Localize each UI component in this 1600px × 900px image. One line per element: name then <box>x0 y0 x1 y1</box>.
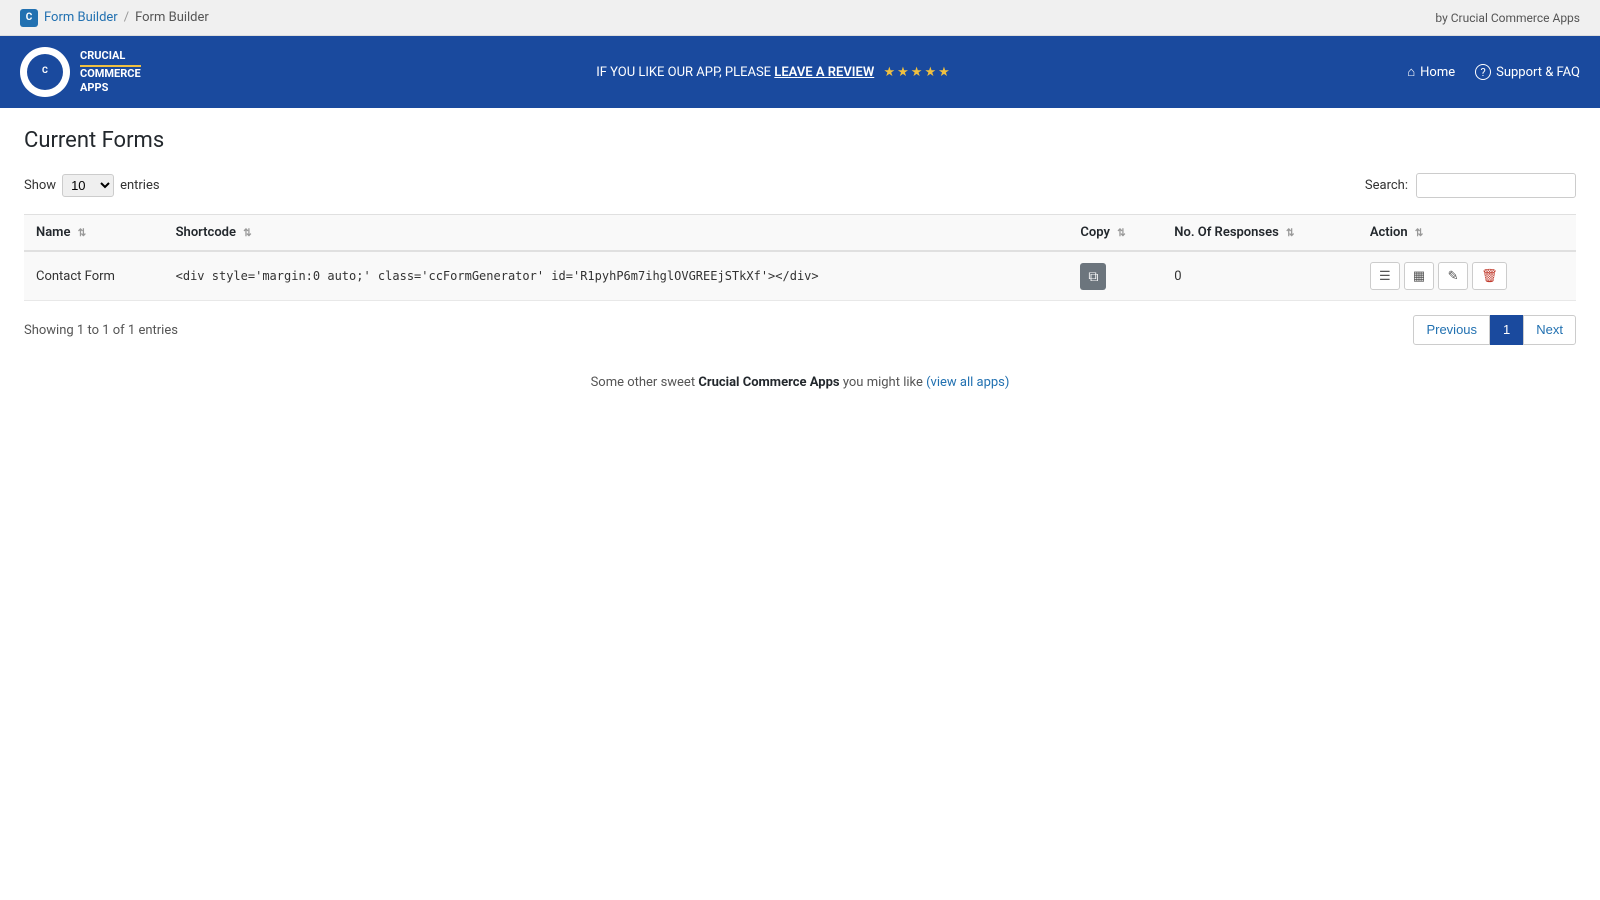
col-header-copy[interactable]: Copy ⇅ <box>1068 215 1162 252</box>
support-icon: ? <box>1475 64 1491 80</box>
cell-name: Contact Form <box>24 251 164 301</box>
show-entries: Show 10 25 50 100 entries <box>24 174 160 197</box>
logo-inner: C <box>27 54 63 90</box>
promo-after: you might like <box>843 375 926 390</box>
table-footer: Showing 1 to 1 of 1 entries Previous 1 N… <box>24 315 1576 345</box>
breadcrumb-root[interactable]: Form Builder <box>44 10 118 25</box>
sort-icon-action: ⇅ <box>1415 228 1423 239</box>
header-nav: ⌂ Home ? Support & FAQ <box>1407 64 1580 80</box>
promo-text: Some other sweet Crucial Commerce Apps y… <box>24 375 1576 390</box>
col-header-action[interactable]: Action ⇅ <box>1358 215 1576 252</box>
col-header-name[interactable]: Name ⇅ <box>24 215 164 252</box>
logo-text: CRUCIAL COMMERCE APPS <box>80 49 141 96</box>
table-controls: Show 10 25 50 100 entries Search: <box>24 173 1576 198</box>
sort-icon-responses: ⇅ <box>1286 228 1294 239</box>
app-icon: C <box>20 9 38 27</box>
edit-icon: ✎ <box>1448 268 1459 284</box>
sort-icon-copy: ⇅ <box>1117 228 1125 239</box>
cell-shortcode: <div style='margin:0 auto;' class='ccFor… <box>164 251 1069 301</box>
sort-icon-shortcode: ⇅ <box>243 228 251 239</box>
entries-label: entries <box>120 178 160 193</box>
search-box: Search: <box>1365 173 1576 198</box>
delete-icon: 🗑 <box>1481 268 1498 284</box>
view-all-apps-link[interactable]: (view all apps) <box>926 375 1009 390</box>
search-label: Search: <box>1365 178 1408 193</box>
delete-button[interactable]: 🗑 <box>1472 262 1507 290</box>
breadcrumb-current: Form Builder <box>135 10 209 25</box>
logo-icon: C <box>20 47 70 97</box>
preview-button[interactable]: ▦ <box>1404 262 1434 290</box>
cell-action: ☰ ▦ ✎ 🗑 <box>1358 251 1576 301</box>
breadcrumb-sep: / <box>124 10 129 25</box>
pagination: Previous 1 Next <box>1413 315 1576 345</box>
star-rating: ★★★★★ <box>883 65 951 80</box>
edit-button[interactable]: ✎ <box>1438 262 1468 290</box>
home-icon: ⌂ <box>1407 64 1415 80</box>
promo-brand: Crucial Commerce Apps <box>698 375 839 390</box>
table-header-row: Name ⇅ Shortcode ⇅ Copy ⇅ No. Of Respons… <box>24 215 1576 252</box>
prev-button[interactable]: Previous <box>1413 315 1490 345</box>
admin-bar: C Form Builder / Form Builder by Crucial… <box>0 0 1600 36</box>
promo-before: Some other sweet <box>591 375 699 390</box>
copy-button[interactable]: ⧉ <box>1080 263 1106 290</box>
header-logo: C CRUCIAL COMMERCE APPS <box>20 47 141 97</box>
view-responses-button[interactable]: ☰ <box>1370 262 1400 290</box>
action-buttons: ☰ ▦ ✎ 🗑 <box>1370 262 1564 290</box>
by-label: by Crucial Commerce Apps <box>1435 11 1580 25</box>
list-icon: ☰ <box>1379 268 1391 284</box>
col-header-responses[interactable]: No. Of Responses ⇅ <box>1162 215 1358 252</box>
page-title: Current Forms <box>24 128 1576 153</box>
search-input[interactable] <box>1416 173 1576 198</box>
layout-icon: ▦ <box>1413 268 1425 284</box>
entries-select[interactable]: 10 25 50 100 <box>62 174 114 197</box>
data-table: Name ⇅ Shortcode ⇅ Copy ⇅ No. Of Respons… <box>24 214 1576 301</box>
banner-text-before: IF YOU LIKE OUR APP, PLEASE <box>596 65 774 80</box>
next-button[interactable]: Next <box>1523 315 1576 345</box>
cell-responses: 0 <box>1162 251 1358 301</box>
sort-icon-name: ⇅ <box>78 228 86 239</box>
header-bar: C CRUCIAL COMMERCE APPS IF YOU LIKE OUR … <box>0 36 1600 108</box>
cell-copy: ⧉ <box>1068 251 1162 301</box>
breadcrumb: C Form Builder / Form Builder <box>20 9 209 27</box>
page-1-button[interactable]: 1 <box>1490 315 1523 345</box>
showing-info: Showing 1 to 1 of 1 entries <box>24 323 178 338</box>
main-content: Current Forms Show 10 25 50 100 entries … <box>0 108 1600 900</box>
header-banner: IF YOU LIKE OUR APP, PLEASE LEAVE A REVI… <box>141 65 1408 80</box>
nav-home-link[interactable]: ⌂ Home <box>1407 64 1455 80</box>
nav-support-link[interactable]: ? Support & FAQ <box>1475 64 1580 80</box>
col-header-shortcode[interactable]: Shortcode ⇅ <box>164 215 1069 252</box>
table-row: Contact Form<div style='margin:0 auto;' … <box>24 251 1576 301</box>
leave-review-link[interactable]: LEAVE A REVIEW <box>774 65 874 80</box>
show-label: Show <box>24 178 56 193</box>
